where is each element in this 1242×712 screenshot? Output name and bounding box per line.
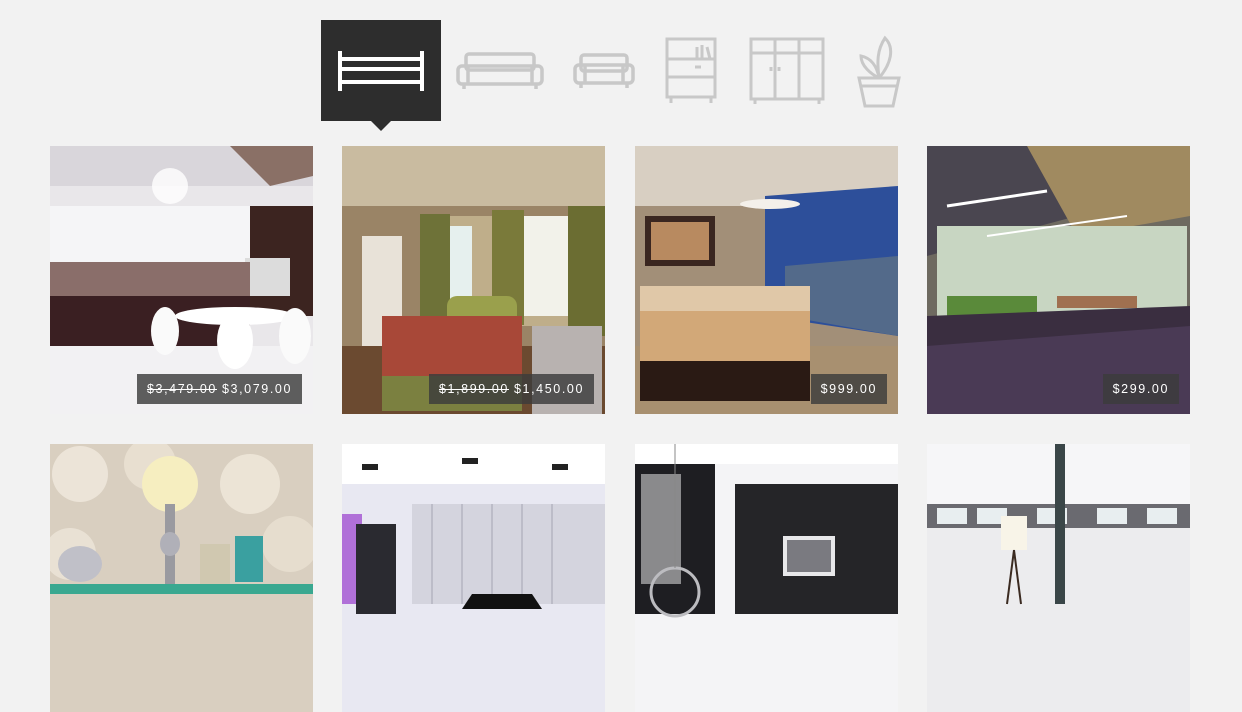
product-card-kitchen[interactable]: $3,479.00 $3,079.00 [50, 146, 313, 414]
bookshelf-icon [665, 37, 717, 103]
tab-plants[interactable] [851, 20, 907, 121]
tab-beds[interactable] [321, 20, 441, 131]
bed-icon [338, 50, 424, 91]
tab-wardrobes[interactable] [745, 20, 829, 121]
price-tag: $999.00 [810, 374, 887, 404]
tab-sofas[interactable] [455, 20, 545, 121]
sofa-icon [456, 51, 544, 89]
wardrobe-icon [749, 37, 825, 104]
current-price: $3,079.00 [221, 382, 292, 396]
product-card-loft[interactable]: $299.00 [927, 146, 1190, 414]
category-tabs [321, 20, 921, 131]
current-price: $999.00 [820, 382, 877, 396]
old-price: $1,899.00 [438, 382, 509, 396]
product-photo [635, 444, 898, 712]
product-photo [342, 444, 605, 712]
price-tag: $1,899.00 $1,450.00 [428, 374, 594, 404]
product-photo [927, 444, 1190, 712]
price-tag: $3,479.00 $3,079.00 [136, 374, 302, 404]
old-price: $3,479.00 [146, 382, 217, 396]
price-tag: $299.00 [1102, 374, 1179, 404]
tab-shelves[interactable] [663, 20, 719, 121]
product-card-black-living[interactable] [635, 444, 898, 712]
tab-armchairs[interactable] [571, 20, 637, 121]
product-card-decor-wall[interactable] [50, 444, 313, 712]
armchair-icon [573, 52, 635, 88]
current-price: $299.00 [1112, 382, 1169, 396]
plant-icon [857, 35, 901, 107]
product-card-piano-room[interactable] [342, 444, 605, 712]
product-photo [50, 444, 313, 712]
product-card-bedroom-green[interactable]: $1,899.00 $1,450.00 [342, 146, 605, 414]
product-card-white-loft[interactable] [927, 444, 1190, 712]
product-card-bedroom-view[interactable]: $999.00 [635, 146, 898, 414]
current-price: $1,450.00 [513, 382, 584, 396]
